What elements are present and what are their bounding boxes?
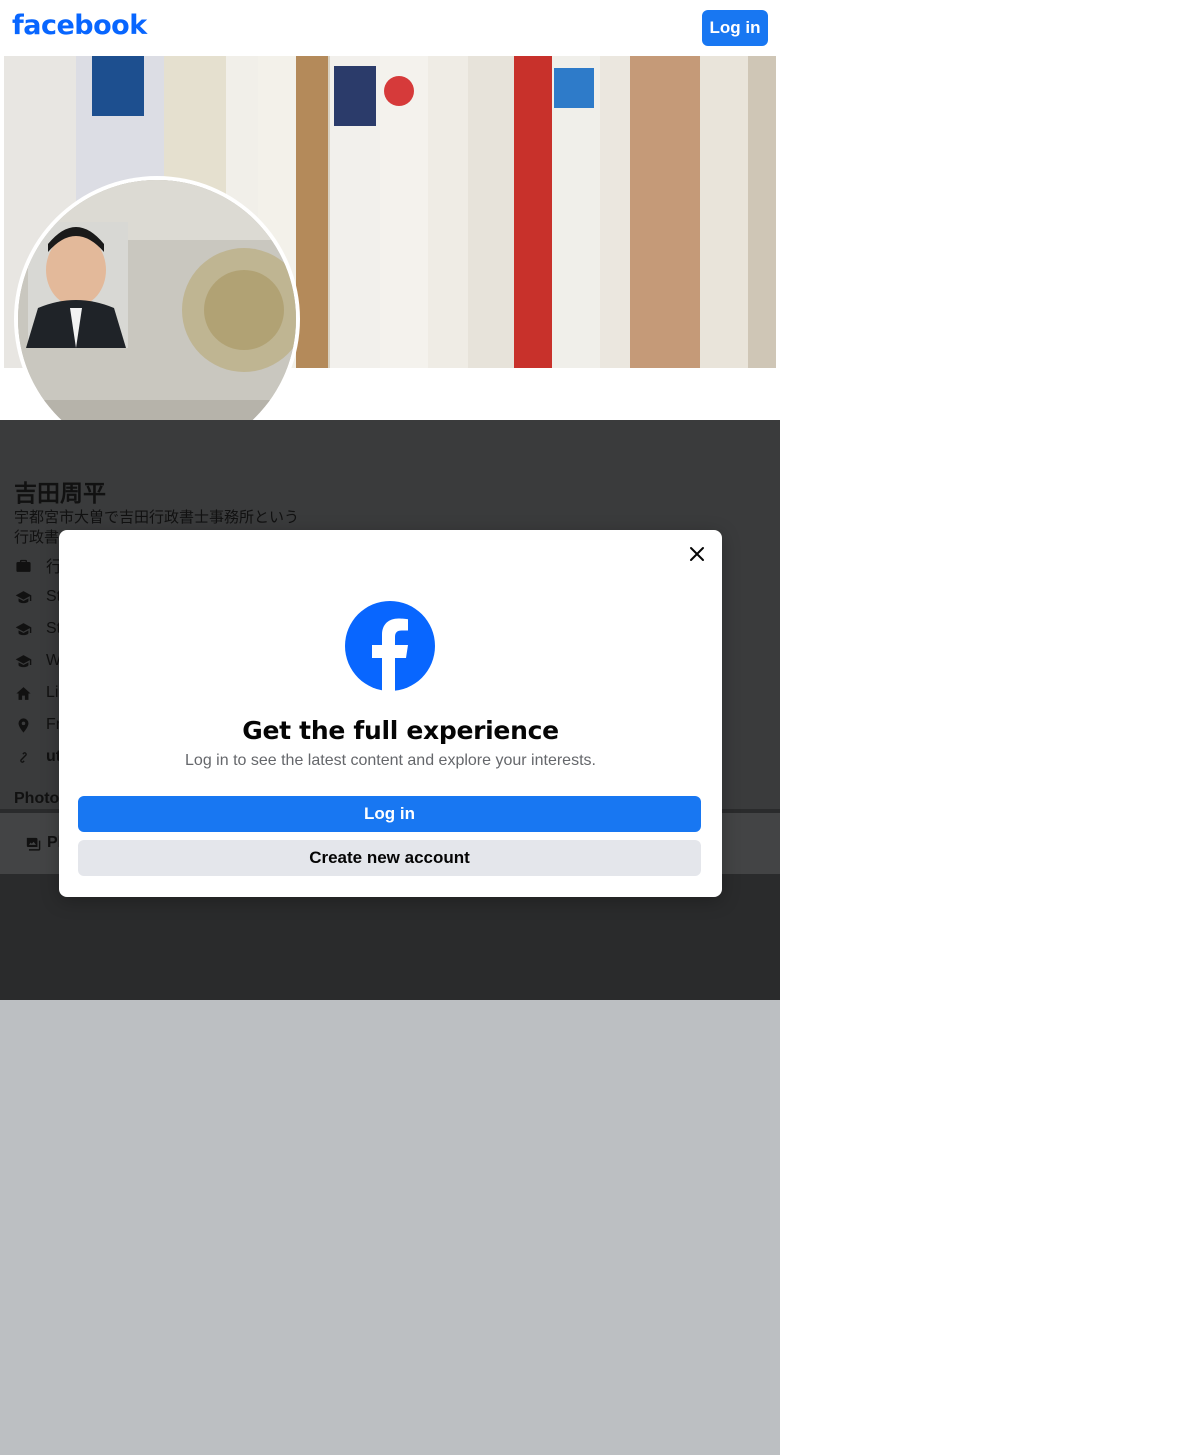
- tab-photos[interactable]: Pl: [24, 834, 62, 852]
- home-icon: [14, 684, 32, 702]
- briefcase-icon: [14, 556, 32, 574]
- graduation-cap-icon: [14, 588, 32, 606]
- photos-section-label: Photo: [14, 790, 60, 807]
- create-account-button[interactable]: Create new account: [78, 840, 701, 876]
- close-icon: [690, 547, 704, 561]
- facebook-logo[interactable]: facebook: [12, 10, 147, 41]
- header-login-button[interactable]: Log in: [702, 10, 768, 46]
- close-button[interactable]: [683, 540, 711, 568]
- link-icon: [14, 748, 32, 766]
- profile-name: 吉田周平: [14, 480, 106, 506]
- modal-title: Get the full experience: [242, 716, 559, 745]
- info-row-study-2: St: [14, 616, 61, 642]
- graduation-cap-icon: [14, 652, 32, 670]
- bio-line-1: 宇都宮市大曽で吉田行政書士事務所という: [14, 509, 300, 526]
- info-row-study-1: St: [14, 584, 61, 610]
- location-pin-icon: [14, 716, 32, 734]
- facebook-circle-logo: [345, 601, 435, 691]
- avatar-photo: [18, 180, 296, 458]
- info-row-lives: Li: [14, 680, 58, 706]
- modal-login-button[interactable]: Log in: [78, 796, 701, 832]
- photo-icon: [26, 837, 41, 851]
- info-row-link: ut: [14, 744, 61, 770]
- info-row-study-3: W: [14, 648, 61, 674]
- info-text: Li: [46, 684, 59, 701]
- info-row-from: Fr: [14, 712, 61, 738]
- graduation-cap-icon: [14, 620, 32, 638]
- modal-subtitle: Log in to see the latest content and exp…: [185, 752, 596, 769]
- login-modal: Get the full experience Log in to see th…: [59, 530, 722, 897]
- top-header: facebook Log in: [0, 0, 780, 56]
- page-overlay: [0, 1000, 780, 1455]
- info-row-work: 行: [14, 552, 62, 578]
